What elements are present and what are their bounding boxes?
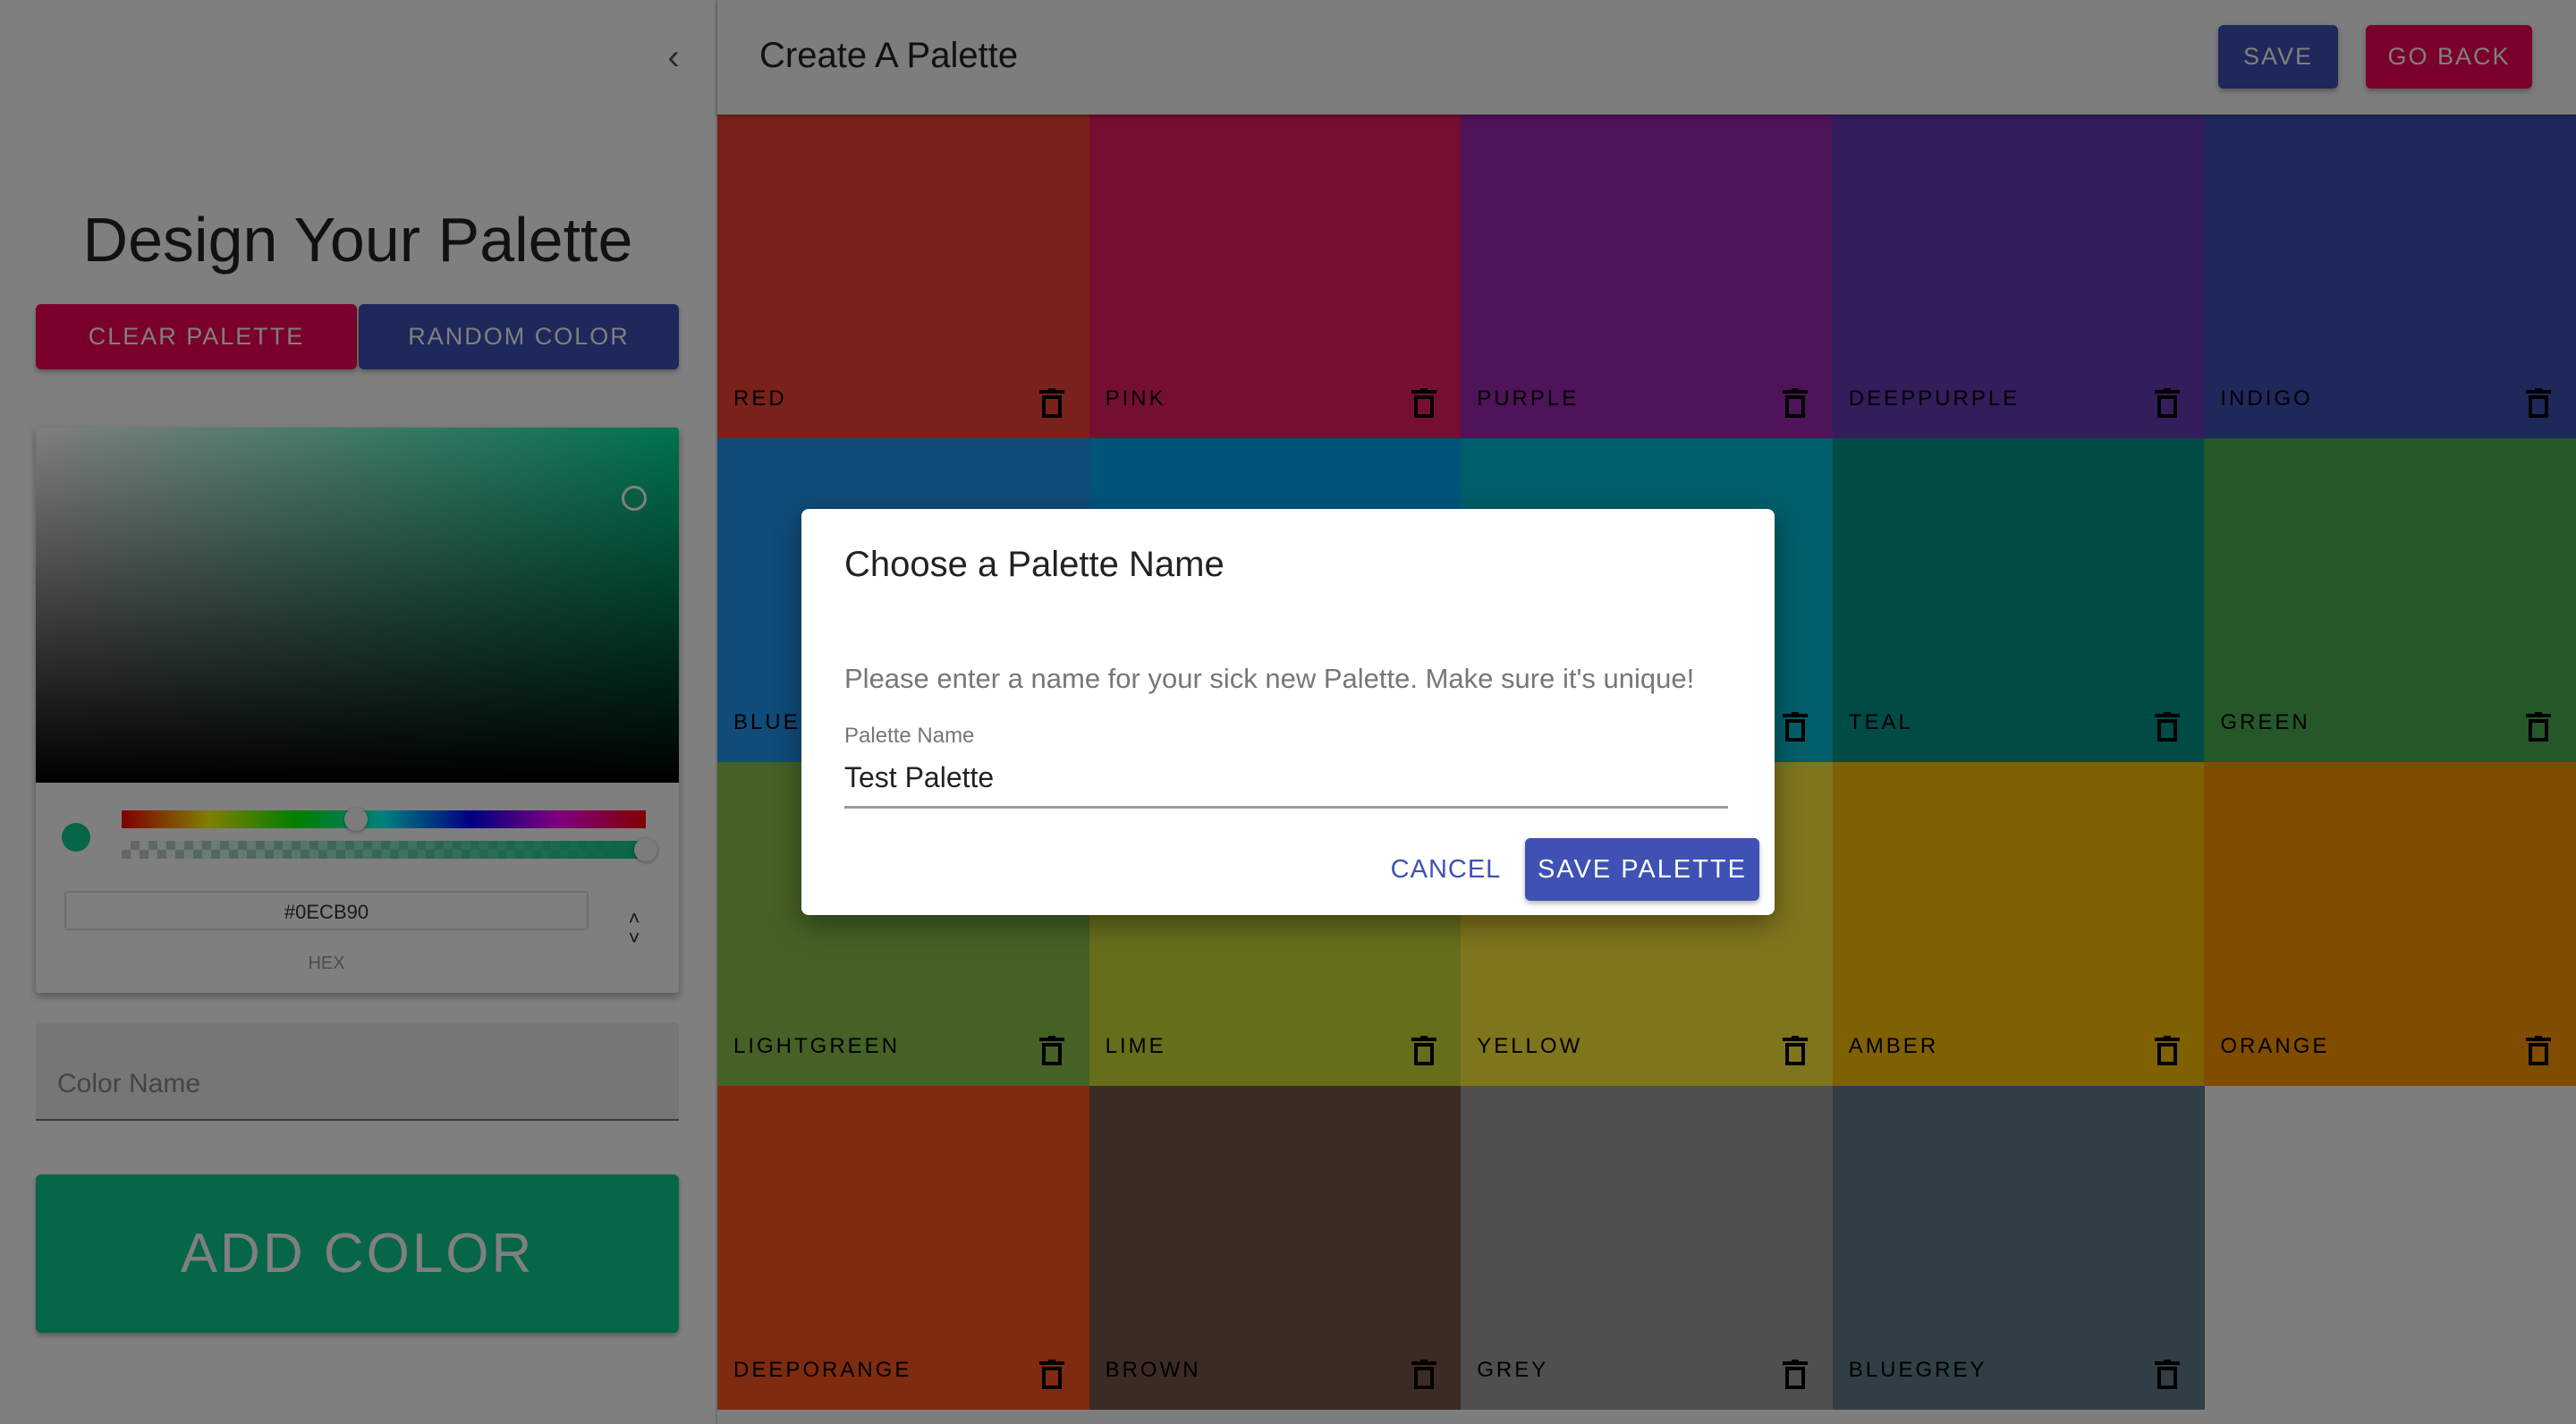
cancel-button[interactable]: CANCEL bbox=[1391, 838, 1501, 901]
palette-name-label: Palette Name bbox=[844, 724, 975, 748]
save-palette-button[interactable]: SAVE PALETTE bbox=[1525, 838, 1759, 901]
palette-name-input[interactable]: Test Palette bbox=[844, 761, 1728, 809]
dialog-text: Please enter a name for your sick new Pa… bbox=[844, 663, 1695, 694]
dialog-title: Choose a Palette Name bbox=[844, 545, 1224, 584]
palette-name-dialog: Choose a Palette Name Please enter a nam… bbox=[801, 509, 1775, 915]
